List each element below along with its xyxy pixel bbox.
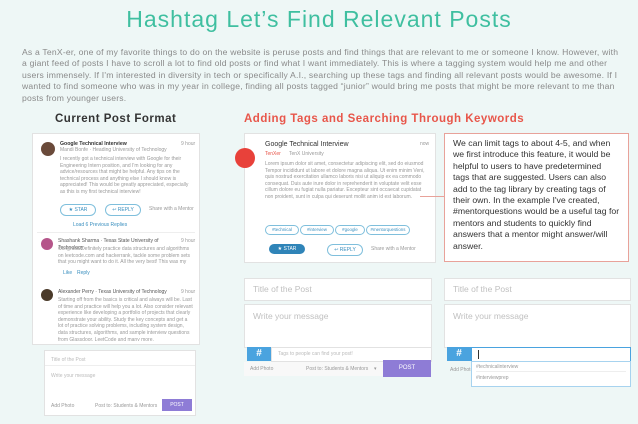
avatar[interactable]	[235, 148, 255, 168]
post-name[interactable]: Google Technical Interview	[265, 141, 349, 148]
reply-body: Starting off from the basics is critical…	[58, 297, 193, 341]
title-input[interactable]: Title of the Post	[444, 278, 631, 301]
reply-time: 9 hour	[181, 238, 196, 244]
add-photo-button[interactable]: Add Photo	[450, 367, 473, 374]
reply-name: Alexander Perry · Texas University of Te…	[58, 289, 167, 295]
reply-button[interactable]: ↩ REPLY	[327, 244, 363, 256]
tag-suggestion-dropdown: #technicalinterview #interviewprep	[471, 361, 631, 387]
message-placeholder: Write your message	[253, 311, 329, 321]
avatar[interactable]	[41, 238, 53, 250]
add-photo-button[interactable]: Add Photo	[51, 403, 74, 410]
reply-link[interactable]: Reply	[77, 270, 90, 277]
suggestion-item[interactable]: #technicalinterview	[476, 364, 626, 372]
share-link[interactable]: Share with a Mentor	[371, 246, 416, 253]
title-input[interactable]: Title of the Post	[51, 357, 86, 364]
post-body: I recently got a technical interview wit…	[60, 156, 189, 195]
tag-chip[interactable]: #interview	[300, 225, 334, 235]
post-meta: Mandi Bonfe · Heading University of Tech…	[60, 147, 167, 153]
callout-box: We can limit tags to about 4-5, and when…	[444, 133, 629, 262]
tag-input[interactable]	[471, 347, 631, 362]
avatar[interactable]	[41, 142, 55, 156]
star-button[interactable]: ★ STAR	[60, 204, 96, 216]
post-label: POST	[170, 402, 184, 408]
reply-label: REPLY	[117, 207, 134, 213]
title-input[interactable]: Title of the Post	[244, 278, 432, 301]
tagged-post-card: Google Technical Interview TenXer TenX U…	[235, 133, 436, 263]
like-link[interactable]: Like	[63, 270, 72, 277]
share-link[interactable]: Share with a Mentor	[149, 206, 194, 213]
post-time: now	[420, 141, 430, 147]
message-input[interactable]: Write your message	[51, 373, 95, 380]
suggestion-item[interactable]: #interviewprep	[476, 375, 509, 382]
post-label: POST	[398, 365, 416, 371]
post-button[interactable]: POST	[383, 360, 431, 377]
title-placeholder: Title of the Post	[253, 284, 312, 294]
text-cursor	[478, 350, 479, 359]
load-replies-link[interactable]: Load 6 Previous Replies	[73, 222, 127, 229]
message-input[interactable]: Write your message	[444, 304, 631, 348]
post-to-select[interactable]: Post to: Students & Mentors	[95, 403, 157, 410]
tag-chip[interactable]: #mentorquestions	[366, 225, 410, 235]
current-feed-card: Google Technical Interview Mandi Bonfe ·…	[32, 133, 200, 345]
intro-paragraph: As a TenX-er, one of my favorite things …	[22, 47, 619, 103]
message-placeholder: Write your message	[453, 311, 529, 321]
title-placeholder: Title of the Post	[453, 284, 512, 294]
reply-label: REPLY	[339, 247, 356, 253]
compose-card-left: Title of the Post Write your message Add…	[44, 350, 196, 416]
hashtag-icon: #	[247, 347, 271, 361]
post-time: 9 hour	[181, 141, 196, 147]
star-button[interactable]: ★ STAR	[269, 244, 305, 254]
reply-button[interactable]: ↩ REPLY	[105, 204, 141, 216]
post-button[interactable]: POST	[162, 399, 192, 411]
chevron-down-icon: ▾	[374, 366, 377, 372]
add-photo-button[interactable]: Add Photo	[250, 366, 273, 373]
post-body: Lorem ipsum dolor sit amet, consectetur …	[265, 161, 425, 200]
tag-chip[interactable]: #google	[335, 225, 365, 235]
avatar[interactable]	[41, 289, 53, 301]
post-school: TenX University	[289, 151, 324, 157]
star-label: STAR	[283, 246, 297, 252]
tag-placeholder: Tags to people can find your post!	[278, 351, 353, 357]
reply-body: Congrats! Definitely practice data struc…	[58, 246, 191, 266]
right-heading: Adding Tags and Searching Through Keywor…	[244, 113, 525, 125]
page-title: Hashtag Let’s Find Relevant Posts	[126, 6, 512, 32]
reply-time: 9 hour	[181, 289, 196, 295]
callout-connector	[420, 196, 444, 197]
post-author: TenXer	[265, 151, 281, 157]
star-label: STAR	[74, 207, 88, 213]
hashtag-icon: #	[447, 347, 471, 361]
message-input[interactable]: Write your message	[244, 304, 432, 348]
tag-chip[interactable]: #technical	[265, 225, 299, 235]
post-to-select[interactable]: Post to: Students & Mentors	[306, 366, 368, 373]
left-heading: Current Post Format	[55, 113, 177, 125]
